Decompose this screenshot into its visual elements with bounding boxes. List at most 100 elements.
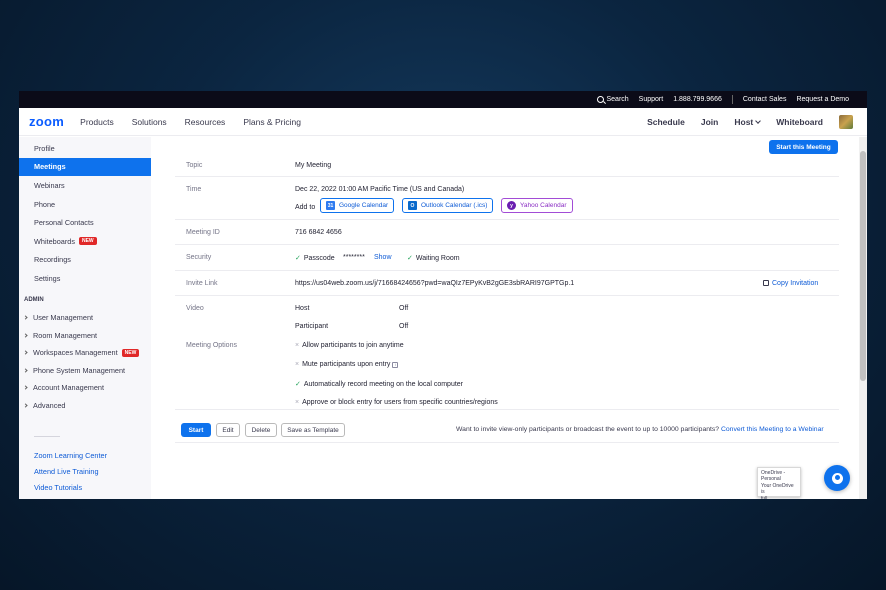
toast-line: Your OneDrive is [761, 482, 794, 496]
yahoo-calendar-button[interactable]: y Yahoo Calendar [501, 198, 573, 213]
sidebar-group-user-management[interactable]: User Management [19, 309, 151, 327]
nav-products[interactable]: Products [80, 117, 114, 127]
chevron-right-icon [23, 333, 28, 338]
sidebar-item-label: Recordings [34, 255, 71, 265]
x-icon: × [295, 361, 300, 368]
waiting-room-setting: ✓ Waiting Room [407, 254, 460, 262]
copy-icon [763, 280, 769, 286]
copy-invitation-button[interactable]: Copy Invitation [763, 280, 818, 287]
search-label: Search [606, 96, 629, 103]
time-label: Time [186, 186, 202, 193]
sidebar-group-advanced[interactable]: Advanced [19, 397, 151, 415]
participant-video-label: Participant [295, 323, 329, 330]
sidebar-item-meetings[interactable]: Meetings [19, 157, 151, 177]
option-approve-block-countries: × Approve or block entry for users from s… [295, 399, 498, 406]
nav-schedule[interactable]: Schedule [647, 117, 685, 127]
page-scrollbar[interactable] [859, 137, 867, 499]
scrollbar-thumb[interactable] [860, 151, 866, 381]
google-calendar-icon: 31 [326, 201, 335, 210]
sidebar-item-phone[interactable]: Phone [19, 195, 151, 214]
topic-label: Topic [186, 162, 203, 169]
nav-plans-pricing[interactable]: Plans & Pricing [243, 117, 301, 127]
onedrive-notification[interactable]: OneDrive - Personal Your OneDrive is ful… [757, 467, 801, 499]
sidebar-item-settings[interactable]: Settings [19, 269, 151, 288]
outlook-calendar-button[interactable]: O Outlook Calendar (.ics) [402, 198, 494, 213]
nav-right-menu: Schedule Join Host Whiteboard [647, 114, 853, 129]
nav-whiteboard[interactable]: Whiteboard [776, 117, 823, 127]
support-link[interactable]: Support [639, 96, 664, 103]
sidebar-group-workspaces-management[interactable]: Workspaces Management NEW [19, 344, 151, 362]
time-row: Time Dec 22, 2022 01:00 AM Pacific Time … [175, 177, 839, 220]
phone-number-link[interactable]: 1.888.799.9666 [673, 96, 722, 103]
meeting-id-value: 716 6842 4656 [295, 229, 342, 236]
webinar-prompt: Want to invite view-only participants or… [456, 426, 824, 433]
copy-invitation-label: Copy Invitation [772, 280, 819, 287]
passcode-label: Passcode [303, 255, 335, 262]
option-auto-record-local: ✓ Automatically record meeting on the loc… [295, 380, 463, 388]
search-link[interactable]: Search [597, 96, 629, 103]
sidebar-group-account-management[interactable]: Account Management [19, 379, 151, 397]
divider [34, 436, 60, 438]
x-icon: × [295, 399, 300, 406]
divider [175, 442, 839, 443]
delete-button[interactable]: Delete [245, 423, 277, 437]
nav-left-menu: Products Solutions Resources Plans & Pri… [80, 117, 301, 127]
x-icon: × [295, 342, 300, 349]
edit-button[interactable]: Edit [216, 423, 240, 437]
info-icon[interactable]: i [392, 362, 399, 368]
outlook-icon: O [408, 201, 417, 210]
sidebar-item-webinars[interactable]: Webinars [19, 176, 151, 195]
sidebar-item-profile[interactable]: Profile [19, 139, 151, 158]
passcode-setting: ✓ Passcode [295, 254, 335, 262]
video-label: Video [186, 305, 204, 312]
option-join-anytime: × Allow participants to join anytime [295, 342, 404, 349]
sidebar-item-recordings[interactable]: Recordings [19, 251, 151, 270]
outlook-calendar-label: Outlook Calendar (.ics) [421, 202, 488, 209]
show-passcode-link[interactable]: Show [374, 254, 392, 261]
check-icon: ✓ [407, 255, 413, 262]
google-calendar-button[interactable]: 31 Google Calendar [320, 198, 395, 213]
sidebar-item-whiteboards[interactable]: Whiteboards NEW [19, 232, 151, 251]
nav-resources[interactable]: Resources [185, 117, 226, 127]
chevron-right-icon [23, 368, 28, 373]
video-tutorials-link[interactable]: Video Tutorials [19, 479, 151, 495]
topic-value: My Meeting [295, 162, 332, 169]
sidebar-item-label: Settings [34, 273, 61, 283]
nav-host[interactable]: Host [734, 117, 762, 127]
start-button[interactable]: Start [181, 423, 211, 437]
chevron-down-icon [755, 117, 762, 124]
convert-to-webinar-link[interactable]: Convert this Meeting to a Webinar [721, 426, 824, 433]
meeting-id-label: Meeting ID [186, 229, 220, 236]
chevron-right-icon [23, 403, 28, 408]
new-badge: NEW [121, 348, 140, 357]
contact-sales-link[interactable]: Contact Sales [743, 96, 787, 103]
sidebar-group-room-management[interactable]: Room Management [19, 326, 151, 344]
avatar[interactable] [839, 114, 853, 129]
chat-support-button[interactable] [824, 465, 850, 491]
nav-join[interactable]: Join [701, 117, 718, 127]
sidebar-group-phone-system-management[interactable]: Phone System Management [19, 362, 151, 380]
nav-solutions[interactable]: Solutions [132, 117, 167, 127]
waiting-room-label: Waiting Room [415, 255, 460, 262]
chevron-right-icon [23, 385, 28, 391]
chevron-right-icon [23, 315, 28, 320]
learning-center-link[interactable]: Zoom Learning Center [19, 447, 151, 463]
time-value: Dec 22, 2022 01:00 AM Pacific Time (US a… [295, 186, 465, 193]
live-training-link[interactable]: Attend Live Training [19, 463, 151, 479]
check-icon: ✓ [295, 255, 301, 262]
save-as-template-button[interactable]: Save as Template [281, 423, 345, 437]
browser-window: Search Support 1.888.799.9666 Contact Sa… [19, 91, 867, 499]
new-badge: NEW [78, 237, 97, 246]
sidebar-item-personal-contacts[interactable]: Personal Contacts [19, 213, 151, 232]
webinar-prompt-text: Want to invite view-only participants or… [456, 426, 720, 433]
invite-link-value[interactable]: https://us04web.zoom.us/j/71668424656?pw… [295, 280, 574, 287]
meeting-id-row: Meeting ID 716 6842 4656 [175, 220, 839, 245]
sidebar-item-label: Personal Contacts [34, 218, 94, 228]
option-label: Approve or block entry for users from sp… [302, 399, 498, 406]
zoom-logo[interactable]: zoom [29, 114, 64, 129]
admin-section-heading: ADMIN [24, 296, 44, 303]
start-this-meeting-button[interactable]: Start this Meeting [769, 140, 838, 154]
chevron-right-icon [23, 350, 28, 355]
request-demo-link[interactable]: Request a Demo [796, 96, 849, 103]
sidebar-group-label: User Management [33, 313, 94, 323]
